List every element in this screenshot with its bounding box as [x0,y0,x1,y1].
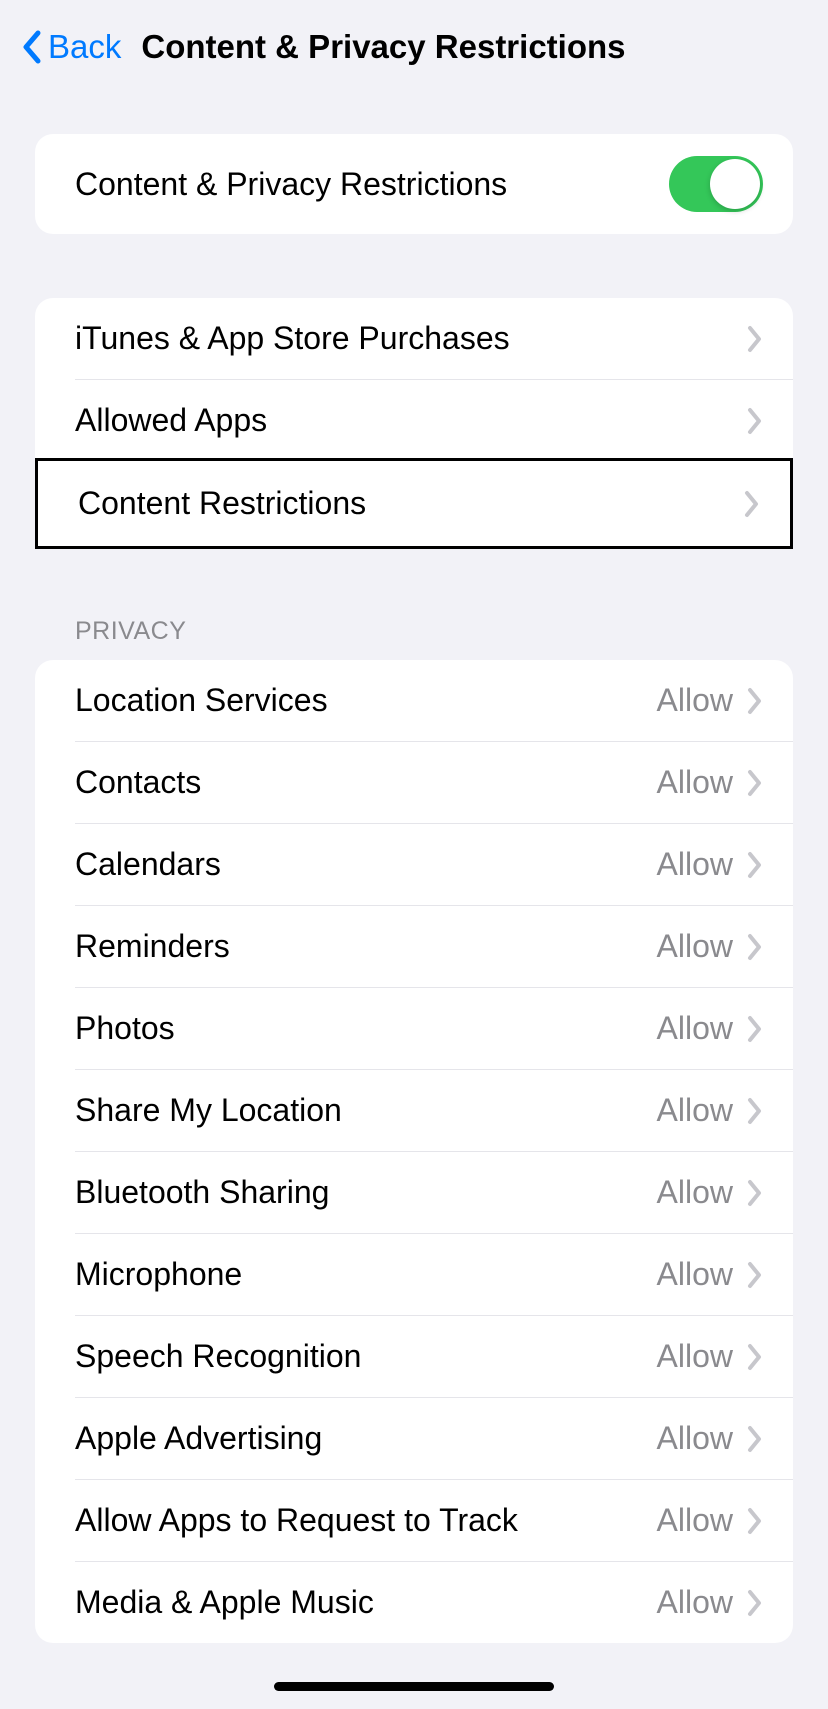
chevron-left-icon [20,29,42,65]
chevron-right-icon [747,1343,763,1371]
chevron-right-icon [747,407,763,435]
content-restrictions-row[interactable]: Content Restrictions [38,461,790,546]
chevron-right-icon [747,1589,763,1617]
chevron-right-icon [747,1097,763,1125]
chevron-right-icon [747,1015,763,1043]
content-privacy-toggle[interactable] [669,156,763,212]
row-value: Allow [657,1092,733,1129]
row-label: Allow Apps to Request to Track [75,1502,518,1539]
row-label: Location Services [75,682,328,719]
chevron-right-icon [747,769,763,797]
share-my-location-row[interactable]: Share My Location Allow [35,1070,793,1151]
calendars-row[interactable]: Calendars Allow [35,824,793,905]
row-label: Reminders [75,928,230,965]
chevron-right-icon [747,1261,763,1289]
chevron-right-icon [747,325,763,353]
location-services-row[interactable]: Location Services Allow [35,660,793,741]
nav-bar: Back Content & Privacy Restrictions [0,0,828,88]
row-label: iTunes & App Store Purchases [75,320,510,357]
toggle-label: Content & Privacy Restrictions [75,166,507,203]
back-button[interactable]: Back [20,28,121,66]
row-value: Allow [657,1584,733,1621]
row-label: Microphone [75,1256,242,1293]
row-value: Allow [657,1502,733,1539]
row-label: Apple Advertising [75,1420,322,1457]
row-value: Allow [657,928,733,965]
home-indicator[interactable] [274,1682,554,1691]
privacy-section-header: Privacy [35,617,793,660]
main-toggle-group: Content & Privacy Restrictions [35,134,793,234]
row-value: Allow [657,1010,733,1047]
reminders-row[interactable]: Reminders Allow [35,906,793,987]
row-label: Content Restrictions [78,485,366,522]
row-value: Allow [657,682,733,719]
content-restrictions-highlight: Content Restrictions [35,458,793,549]
chevron-right-icon [747,933,763,961]
content-privacy-toggle-row[interactable]: Content & Privacy Restrictions [35,134,793,234]
media-apple-music-row[interactable]: Media & Apple Music Allow [35,1562,793,1643]
row-label: Photos [75,1010,175,1047]
row-value: Allow [657,1420,733,1457]
chevron-right-icon [747,687,763,715]
row-label: Bluetooth Sharing [75,1174,329,1211]
privacy-group: Location Services Allow Contacts Allow C… [35,660,793,1643]
row-label: Share My Location [75,1092,342,1129]
speech-recognition-row[interactable]: Speech Recognition Allow [35,1316,793,1397]
back-label: Back [48,28,121,66]
purchases-group: iTunes & App Store Purchases Allowed App… [35,298,793,461]
allowed-apps-row[interactable]: Allowed Apps [35,380,793,461]
row-label: Contacts [75,764,201,801]
bluetooth-sharing-row[interactable]: Bluetooth Sharing Allow [35,1152,793,1233]
contacts-row[interactable]: Contacts Allow [35,742,793,823]
row-label: Calendars [75,846,221,883]
row-label: Speech Recognition [75,1338,361,1375]
apple-advertising-row[interactable]: Apple Advertising Allow [35,1398,793,1479]
row-label: Allowed Apps [75,402,267,439]
chevron-right-icon [747,1425,763,1453]
toggle-knob [710,159,760,209]
chevron-right-icon [744,490,760,518]
page-title: Content & Privacy Restrictions [141,28,625,66]
itunes-app-store-purchases-row[interactable]: iTunes & App Store Purchases [35,298,793,379]
row-value: Allow [657,1256,733,1293]
row-value: Allow [657,764,733,801]
row-value: Allow [657,1338,733,1375]
chevron-right-icon [747,851,763,879]
row-value: Allow [657,846,733,883]
chevron-right-icon [747,1507,763,1535]
row-value: Allow [657,1174,733,1211]
photos-row[interactable]: Photos Allow [35,988,793,1069]
allow-apps-track-row[interactable]: Allow Apps to Request to Track Allow [35,1480,793,1561]
microphone-row[interactable]: Microphone Allow [35,1234,793,1315]
row-label: Media & Apple Music [75,1584,374,1621]
chevron-right-icon [747,1179,763,1207]
